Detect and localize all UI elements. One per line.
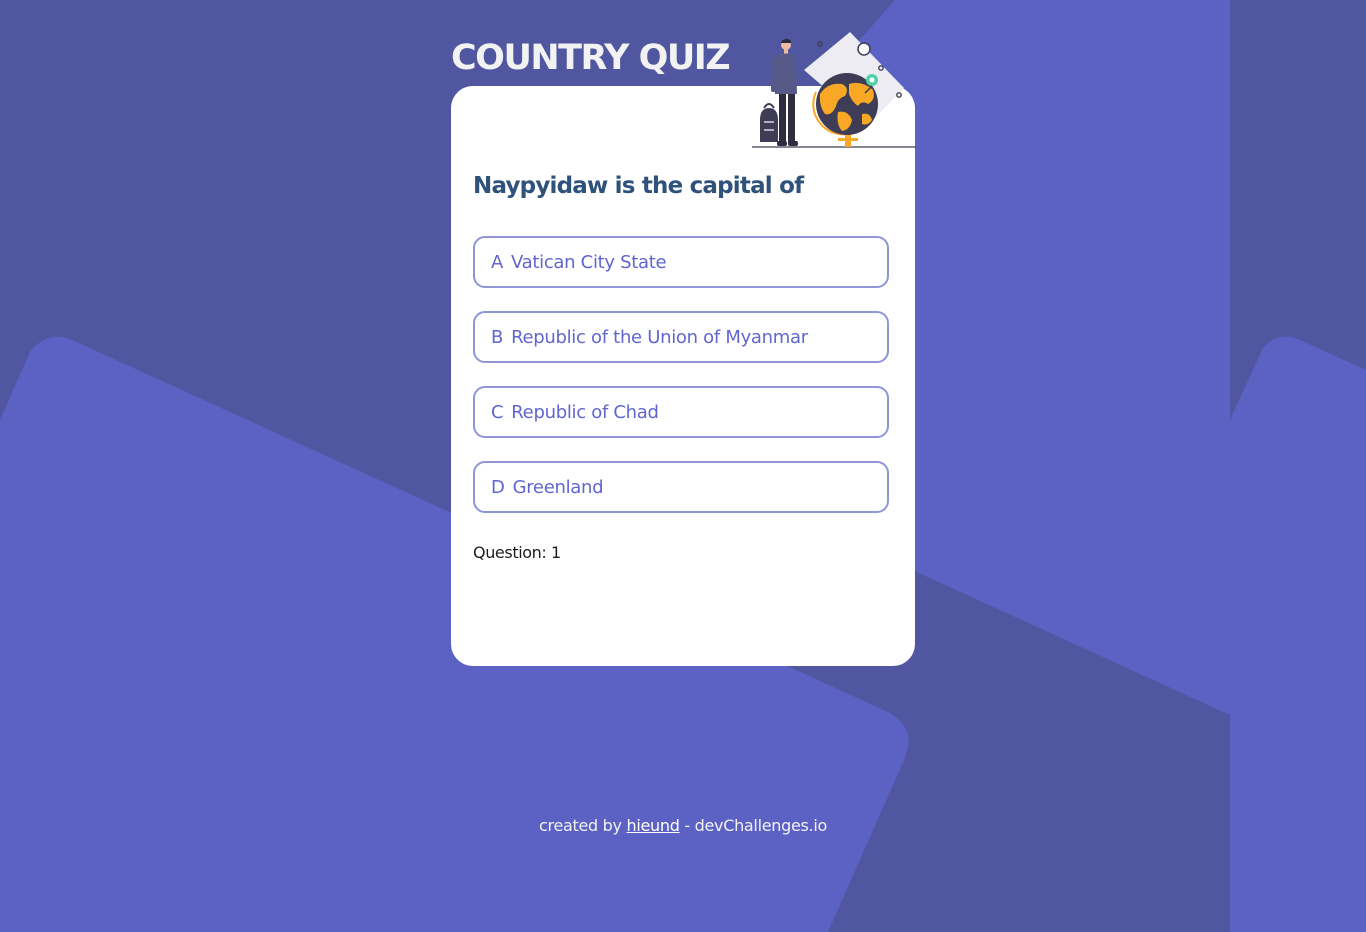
- question-counter: Question: 1: [473, 543, 561, 562]
- answer-letter: B: [491, 326, 504, 348]
- footer-suffix: - devChallenges.io: [684, 816, 827, 835]
- answer-option-b[interactable]: B Republic of the Union of Myanmar: [473, 311, 889, 363]
- answer-option-d[interactable]: D Greenland: [473, 461, 889, 513]
- question-text: Naypyidaw is the capital of: [473, 173, 804, 199]
- page-title: COUNTRY QUIZ: [451, 38, 731, 78]
- answer-text: Greenland: [512, 476, 604, 498]
- answer-letter: C: [491, 401, 504, 423]
- answer-option-a[interactable]: A Vatican City State: [473, 236, 889, 288]
- answer-text: Vatican City State: [511, 251, 667, 273]
- answer-option-c[interactable]: C Republic of Chad: [473, 386, 889, 438]
- traveler-globe-icon: [752, 32, 916, 148]
- answer-text: Republic of Chad: [511, 401, 659, 423]
- background-shape-right: [1230, 336, 1366, 932]
- answer-letter: A: [491, 251, 504, 273]
- answer-letter: D: [491, 476, 505, 498]
- answer-text: Republic of the Union of Myanmar: [511, 326, 808, 348]
- footer: created by hieund - devChallenges.io: [0, 816, 1366, 836]
- footer-prefix: created by: [539, 816, 622, 835]
- author-link[interactable]: hieund: [627, 816, 680, 835]
